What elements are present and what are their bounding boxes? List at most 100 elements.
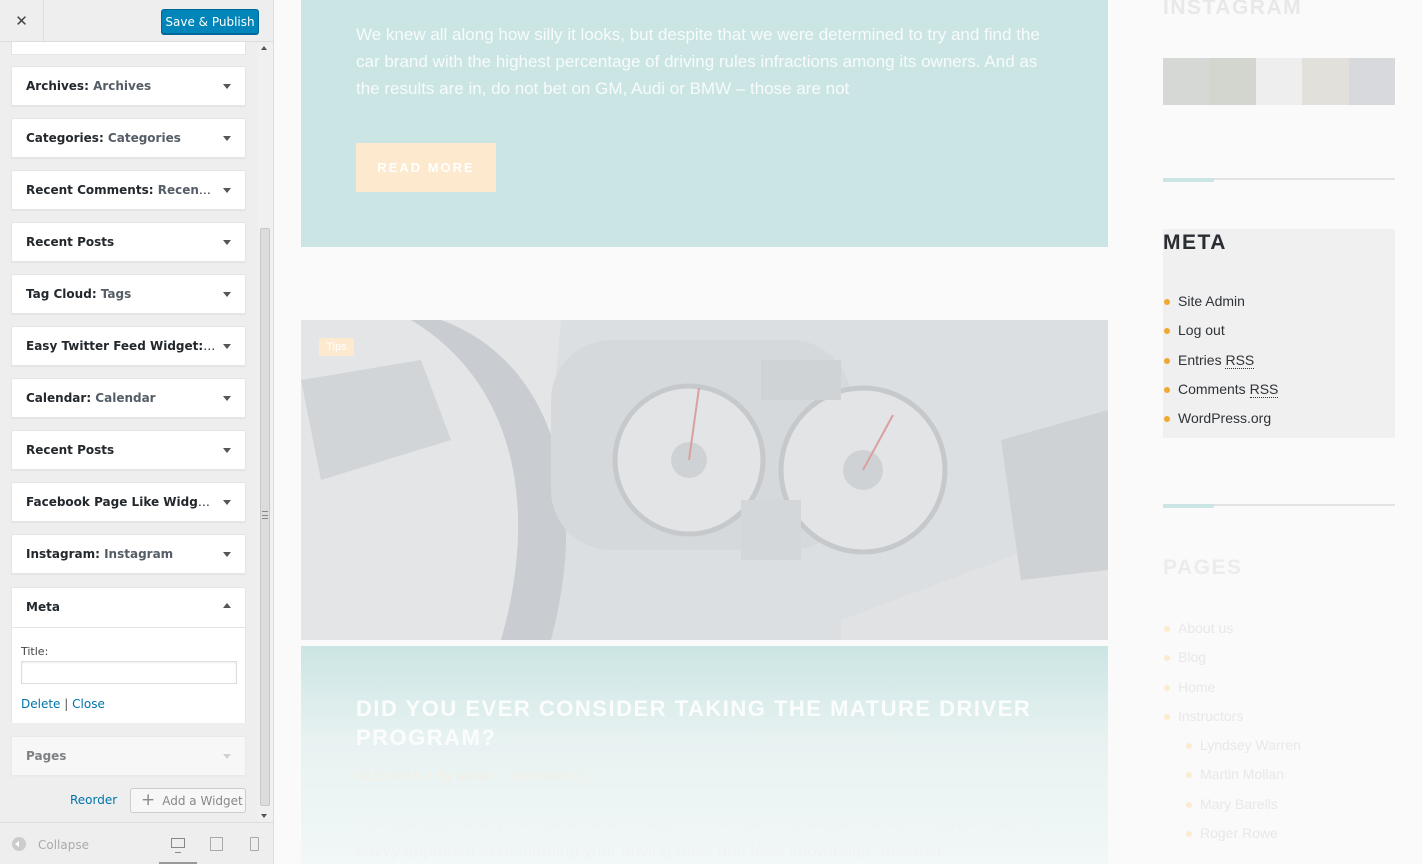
page-link-child[interactable]: Roger Rowe <box>1163 825 1301 854</box>
post-date: 04.11.2016 <box>356 768 421 783</box>
widget-item[interactable]: Tag Cloud: Tags <box>11 274 246 314</box>
page-link[interactable]: About us <box>1163 620 1301 649</box>
widget-pages[interactable]: Pages <box>11 736 246 776</box>
meta-widget-highlighted: META Site Admin Log out Entries RSS Comment… <box>1163 229 1395 438</box>
widget-name: Meta <box>26 600 60 614</box>
widget-title: Calendar: Calendar <box>26 391 156 405</box>
widget-item[interactable]: Recent Posts <box>11 222 246 262</box>
close-icon: ✕ <box>15 12 28 30</box>
meta-link[interactable]: Entries RSS <box>1163 351 1278 381</box>
widget-title: Recent Posts <box>26 235 216 249</box>
meta-links-list: Site Admin Log out Entries RSS Comments RSS… <box>1163 293 1279 439</box>
collapse-button[interactable]: Collapse <box>38 838 89 852</box>
close-button[interactable]: ✕ <box>0 0 44 42</box>
meta-link[interactable]: Log out <box>1163 322 1278 351</box>
panel-scrollbar[interactable] <box>258 42 273 822</box>
widget-item[interactable]: Easy Twitter Feed Widget: T... <box>11 326 246 366</box>
page-link[interactable]: Instructors <box>1163 708 1301 737</box>
widget-subtitle: Tags <box>100 287 132 301</box>
widget-name: Recent Posts <box>26 235 115 249</box>
widgets-list: Archives: Archives Categories: Categories… <box>0 42 258 822</box>
panel-footer: Collapse <box>0 822 273 864</box>
post-card: We knew all along how silly it looks, bu… <box>301 0 1108 247</box>
delete-link[interactable]: Delete <box>21 697 60 711</box>
meta-link[interactable]: Comments RSS <box>1163 380 1279 410</box>
title-input[interactable] <box>21 661 237 684</box>
desktop-preview-icon[interactable] <box>171 838 185 853</box>
pages-widget-title: PAGES <box>1163 556 1243 579</box>
close-link[interactable]: Close <box>72 697 105 711</box>
post-featured-image[interactable]: Tips <box>301 320 1108 640</box>
widget-partial-above[interactable] <box>11 42 246 55</box>
meta-link-abbr: RSS <box>1249 380 1279 398</box>
read-more-button[interactable]: READ MORE <box>356 143 496 192</box>
expand-arrow-icon[interactable] <box>223 448 231 453</box>
add-widget-button[interactable]: + Add a Widget <box>130 788 246 813</box>
expand-arrow-icon[interactable] <box>223 240 231 245</box>
widget-item[interactable]: Recent Comments: Recent co... <box>11 170 246 210</box>
collapse-icon[interactable] <box>12 837 26 851</box>
widget-title: Tag Cloud: Tags <box>26 287 132 301</box>
section-divider <box>1163 178 1395 182</box>
instagram-widget-title: INSTAGRAM <box>1163 0 1303 19</box>
scroll-down-arrow-icon[interactable] <box>261 814 267 818</box>
page-link[interactable]: Home <box>1163 679 1301 708</box>
instagram-photo[interactable] <box>1348 58 1396 105</box>
widget-subtitle: Recent co... <box>157 183 216 197</box>
mobile-preview-icon[interactable] <box>250 837 259 851</box>
instagram-photo[interactable] <box>1302 58 1349 105</box>
widget-item[interactable]: Archives: Archives <box>11 66 246 106</box>
post-author[interactable]: by admin <box>439 768 492 783</box>
widget-subtitle: Categories <box>107 131 181 145</box>
meta-link[interactable]: Site Admin <box>1163 293 1278 322</box>
expand-arrow-icon[interactable] <box>223 188 231 193</box>
widget-meta-header[interactable]: Meta <box>12 588 245 628</box>
scroll-up-arrow-icon[interactable] <box>261 46 267 50</box>
expand-arrow-icon[interactable] <box>223 500 231 505</box>
expand-arrow-icon[interactable] <box>223 136 231 141</box>
expand-arrow-icon[interactable] <box>223 754 231 759</box>
expand-arrow-icon[interactable] <box>223 344 231 349</box>
post-title[interactable]: DID YOU EVER CONSIDER TAKING THE MATURE … <box>356 694 1056 752</box>
pages-list: About us Blog Home Instructors Lyndsey Warre… <box>1163 620 1301 854</box>
widget-item[interactable]: Calendar: Calendar <box>11 378 246 418</box>
instagram-photo[interactable] <box>1209 58 1256 105</box>
meta-widget-title: META <box>1163 231 1227 254</box>
expand-arrow-icon[interactable] <box>223 84 231 89</box>
expand-arrow-icon[interactable] <box>223 292 231 297</box>
page-link-child[interactable]: Lyndsey Warren <box>1163 737 1301 766</box>
widget-item[interactable]: Instagram: Instagram <box>11 534 246 574</box>
save-publish-button[interactable]: Save & Publish <box>161 9 259 34</box>
widget-title: Easy Twitter Feed Widget: T... <box>26 339 216 353</box>
widget-item[interactable]: Categories: Categories <box>11 118 246 158</box>
reorder-link[interactable]: Reorder <box>70 793 117 807</box>
expand-arrow-icon[interactable] <box>223 396 231 401</box>
customizer-panel: ✕ Save & Publish Archives: Archives Categ… <box>0 0 274 864</box>
page-link-child[interactable]: Martin Mollan <box>1163 766 1301 795</box>
meta-link-text: WordPress.org <box>1178 410 1272 427</box>
tablet-preview-icon[interactable] <box>210 837 223 851</box>
meta-link[interactable]: WordPress.org <box>1163 410 1278 439</box>
title-label: Title: <box>21 645 49 658</box>
post-comments[interactable]: comments: 0 <box>511 768 585 783</box>
page-link-child[interactable]: Mary Barells <box>1163 796 1301 825</box>
post-card: DID YOU EVER CONSIDER TAKING THE MATURE … <box>301 646 1108 864</box>
meta-link-text: Comments <box>1178 380 1250 397</box>
widget-name: Calendar <box>26 391 87 405</box>
widget-item[interactable]: Recent Posts <box>11 430 246 470</box>
instagram-photo[interactable] <box>1163 58 1210 105</box>
category-tag[interactable]: Tips <box>319 338 354 356</box>
collapse-arrow-icon[interactable] <box>223 603 231 608</box>
page-link[interactable]: Blog <box>1163 649 1301 678</box>
widget-meta-expanded: Meta Title: Delete | Close <box>11 587 246 723</box>
widget-name: Instagram <box>26 547 96 561</box>
widget-item[interactable]: Facebook Page Like Widget: ... <box>11 482 246 522</box>
widget-title: Recent Comments: Recent co... <box>26 183 216 197</box>
add-widget-label: Add a Widget <box>162 793 243 808</box>
meta-link-text: Site Admin <box>1178 293 1245 309</box>
widget-actions: Delete | Close <box>21 697 105 711</box>
expand-arrow-icon[interactable] <box>223 552 231 557</box>
widget-name: Tag Cloud <box>26 287 92 301</box>
scroll-thumb[interactable] <box>260 228 270 806</box>
instagram-photo[interactable] <box>1255 58 1303 105</box>
